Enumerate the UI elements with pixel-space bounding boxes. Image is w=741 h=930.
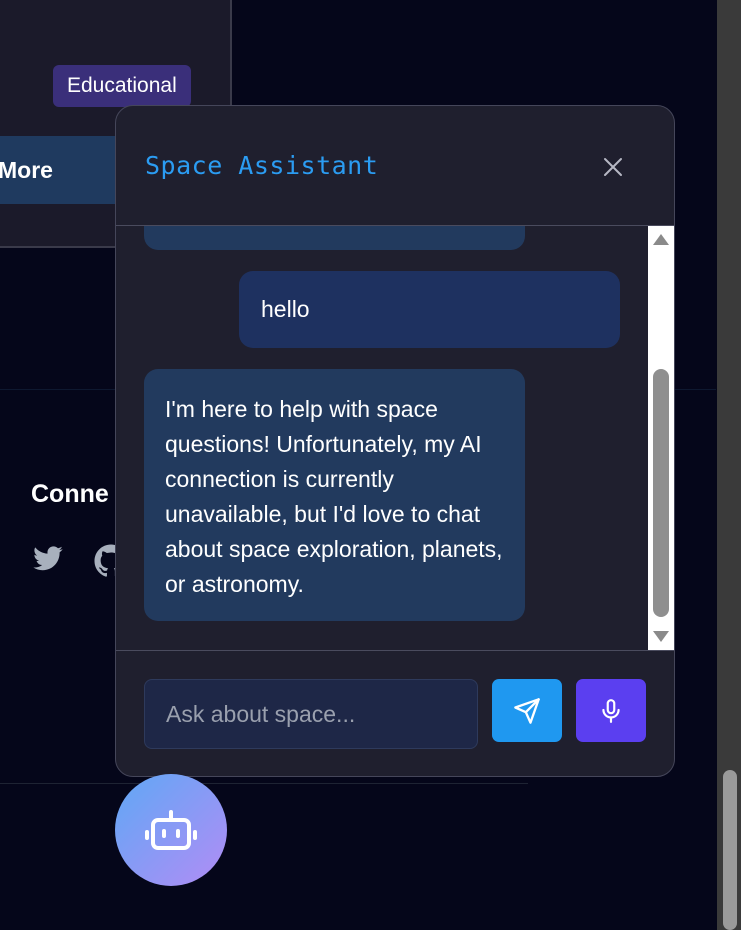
chat-title: Space Assistant: [145, 151, 379, 180]
assistant-message-bubble: I'm here to help with space questions! U…: [144, 369, 525, 621]
chat-messages[interactable]: hello I'm here to help with space questi…: [116, 226, 674, 650]
page-scrollbar[interactable]: [717, 0, 741, 930]
close-icon: [604, 158, 622, 176]
assistant-launcher-button[interactable]: [115, 774, 227, 886]
twitter-icon[interactable]: [30, 543, 68, 581]
chat-header: Space Assistant: [116, 106, 674, 226]
scroll-down-arrow-icon[interactable]: [653, 631, 669, 642]
send-button[interactable]: [492, 679, 562, 742]
microphone-icon: [602, 698, 620, 723]
robot-icon: [145, 810, 197, 850]
chat-input-bar: [116, 650, 674, 776]
footer-divider: [0, 783, 528, 784]
paper-plane-icon: [514, 697, 540, 724]
chat-input[interactable]: [144, 679, 478, 749]
user-message-bubble: hello: [239, 271, 620, 348]
previous-message-bubble: [144, 226, 525, 250]
category-badge: Educational: [53, 65, 191, 107]
chat-window: Space Assistant hello I'm here to help w…: [115, 105, 675, 777]
page: Educational More Conne Space Assistant h…: [0, 0, 741, 930]
chat-scrollbar-thumb[interactable]: [653, 369, 669, 617]
scroll-up-arrow-icon[interactable]: [653, 234, 669, 245]
voice-input-button[interactable]: [576, 679, 646, 742]
page-scrollbar-thumb[interactable]: [723, 770, 737, 930]
chat-scrollbar[interactable]: [648, 226, 674, 650]
close-button[interactable]: [596, 150, 630, 184]
connect-heading: Conne: [31, 480, 109, 508]
